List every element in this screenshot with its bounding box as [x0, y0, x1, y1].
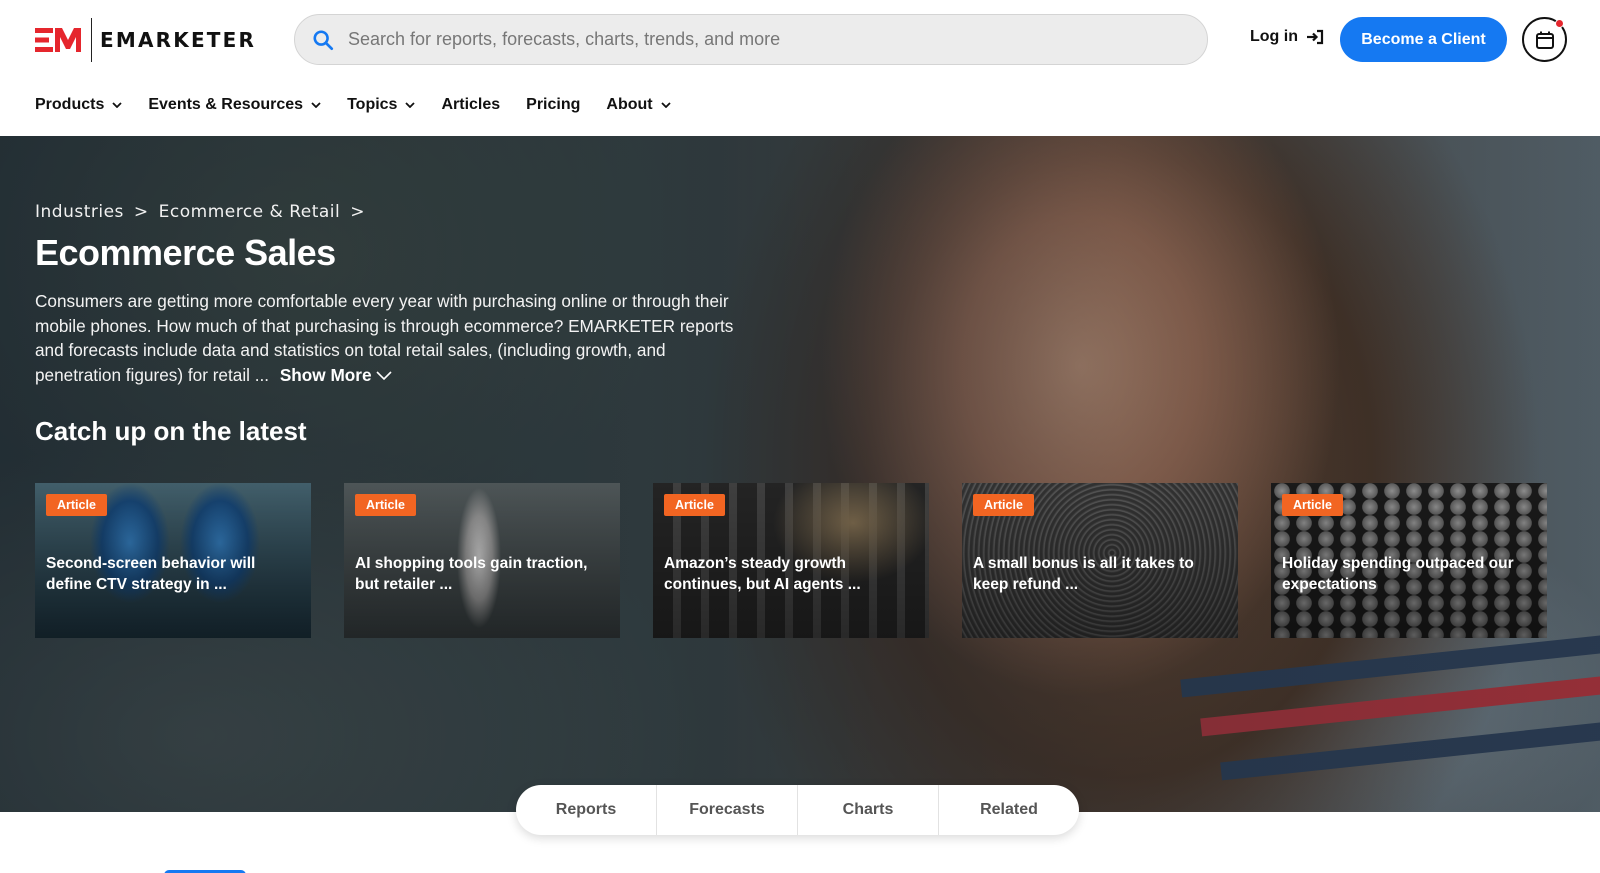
logo-divider	[91, 18, 92, 62]
breadcrumb-industries[interactable]: Industries	[35, 202, 124, 222]
tab-forecasts[interactable]: Forecasts	[657, 785, 798, 835]
article-title: A small bonus is all it takes to keep re…	[973, 555, 1194, 593]
article-title: AI shopping tools gain traction, but ret…	[355, 555, 588, 593]
nav-label: Events & Resources	[148, 96, 304, 113]
article-badge: Article	[46, 494, 107, 516]
nav-products[interactable]: Products	[35, 96, 122, 114]
breadcrumb-separator: >	[133, 202, 149, 222]
article-card[interactable]: Article A small bonus is all it takes to…	[962, 483, 1238, 638]
tab-related[interactable]: Related	[939, 785, 1079, 835]
nav-articles[interactable]: Articles	[441, 96, 500, 114]
nav-pricing[interactable]: Pricing	[526, 96, 580, 114]
login-label: Log in	[1250, 28, 1298, 45]
nav-events-resources[interactable]: Events & Resources	[148, 96, 321, 114]
article-card[interactable]: Article Second-screen behavior will defi…	[35, 483, 311, 638]
article-title: Amazon’s steady growth continues, but AI…	[664, 555, 861, 593]
article-title: Holiday spending outpaced our expectatio…	[1282, 555, 1514, 593]
nav-label: Pricing	[526, 96, 581, 113]
nav-label: Articles	[441, 96, 501, 113]
latest-section-title: Catch up on the latest	[35, 416, 307, 446]
become-client-button[interactable]: Become a Client	[1340, 17, 1507, 62]
article-badge: Article	[355, 494, 416, 516]
breadcrumb-ecommerce-retail[interactable]: Ecommerce & Retail	[159, 202, 341, 222]
show-more-button[interactable]: Show More	[280, 365, 392, 385]
latest-articles: Article Second-screen behavior will defi…	[35, 483, 1580, 638]
tab-charts[interactable]: Charts	[798, 785, 939, 835]
nav-about[interactable]: About	[606, 96, 671, 114]
nav-label: Topics	[347, 96, 398, 113]
article-card[interactable]: Article Amazon’s steady growth continues…	[653, 483, 929, 638]
chevron-down-icon	[405, 102, 416, 108]
search-icon[interactable]	[312, 29, 334, 51]
hero-banner: Industries > Ecommerce & Retail > Ecomme…	[0, 136, 1600, 812]
site-header: EMARKETER Log in Become a Client Product…	[0, 0, 1600, 136]
search-input[interactable]	[348, 29, 1188, 50]
hero-description: Consumers are getting more comfortable e…	[35, 289, 735, 387]
tab-reports[interactable]: Reports	[516, 785, 657, 835]
article-badge: Article	[973, 494, 1034, 516]
article-badge: Article	[1282, 494, 1343, 516]
nav-label: About	[606, 96, 653, 113]
nav-topics[interactable]: Topics	[347, 96, 416, 114]
show-more-label: Show More	[279, 364, 372, 385]
em-logo-mark	[35, 28, 81, 52]
nav-label: Products	[35, 96, 105, 113]
chevron-down-icon	[311, 102, 321, 108]
chevron-down-icon	[375, 371, 392, 381]
chevron-down-icon	[112, 102, 122, 108]
login-link[interactable]: Log in	[1250, 28, 1324, 46]
calendar-button[interactable]	[1522, 17, 1567, 62]
breadcrumb-separator: >	[350, 202, 365, 222]
page-title: Ecommerce Sales	[35, 232, 336, 273]
emarketer-logo[interactable]: EMARKETER	[35, 18, 256, 62]
search-bar[interactable]	[294, 14, 1208, 65]
article-card[interactable]: Article Holiday spending outpaced our ex…	[1271, 483, 1547, 638]
content-tabs: Reports Forecasts Charts Related	[516, 785, 1079, 835]
main-nav: Products Events & Resources Topics Artic…	[35, 96, 697, 114]
login-icon	[1306, 29, 1324, 45]
article-badge: Article	[664, 494, 725, 516]
breadcrumb: Industries > Ecommerce & Retail >	[35, 202, 375, 222]
article-card[interactable]: Article AI shopping tools gain traction,…	[344, 483, 620, 638]
calendar-icon	[1535, 31, 1554, 49]
notification-dot	[1555, 19, 1564, 28]
chevron-down-icon	[660, 102, 671, 108]
logo-wordmark: EMARKETER	[100, 28, 257, 52]
article-title: Second-screen behavior will define CTV s…	[46, 555, 256, 593]
